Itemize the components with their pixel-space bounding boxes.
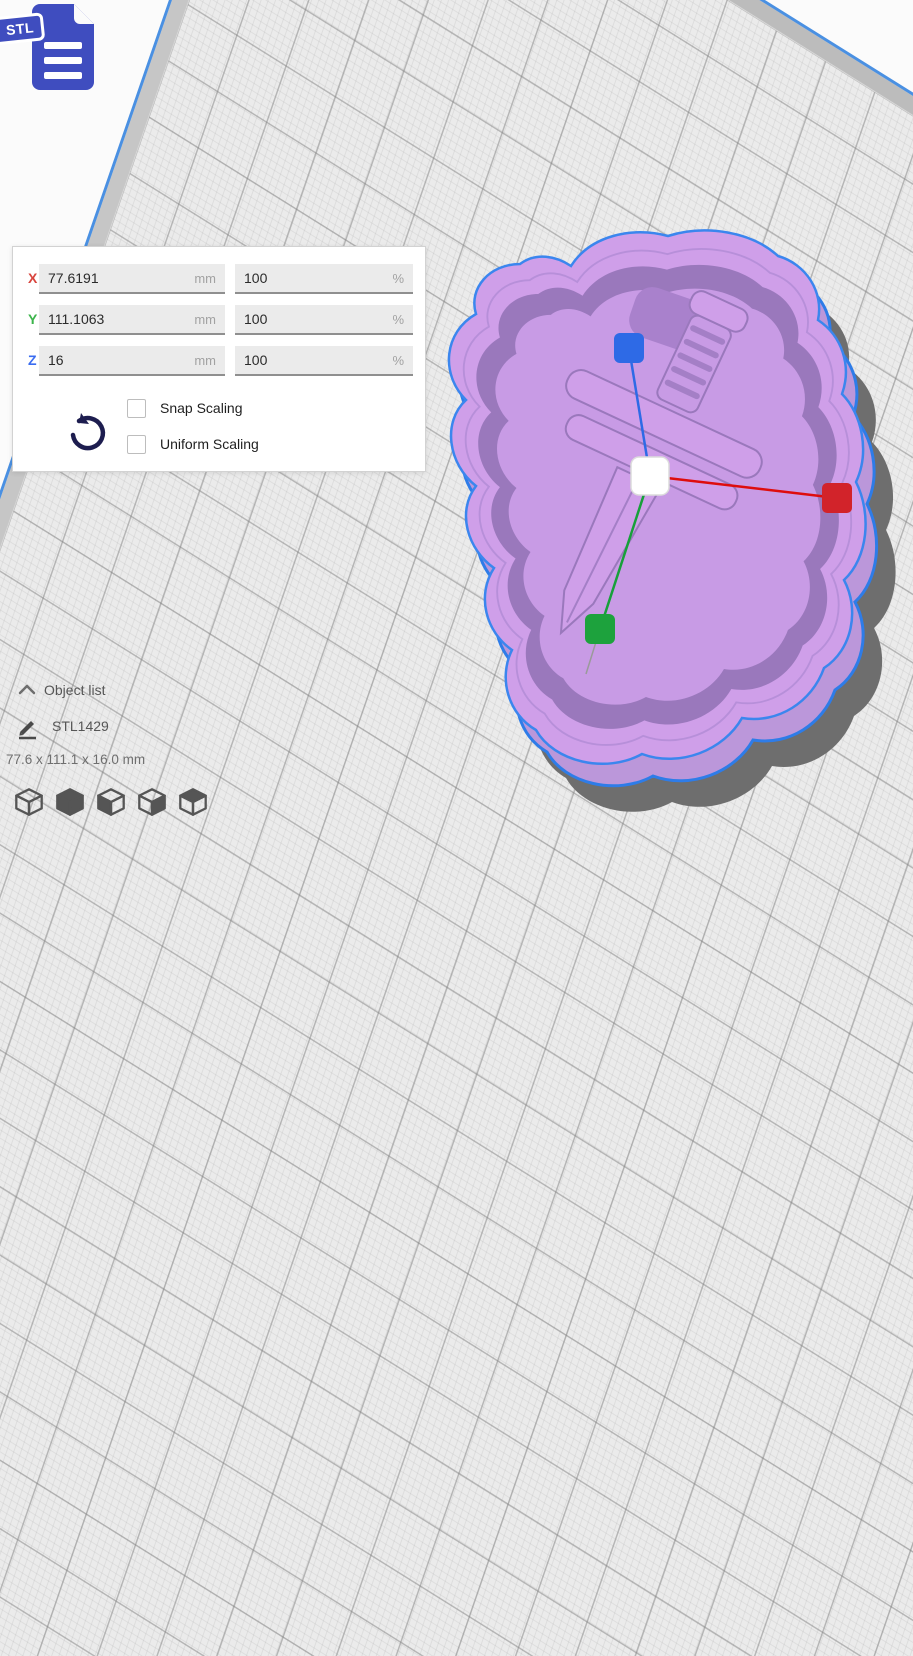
z-percent-unit: % [392,353,413,368]
view-top-button[interactable] [178,787,208,817]
x-size-field: mm [39,264,225,294]
y-percent-input[interactable] [235,311,392,327]
scale-handle-x[interactable] [822,483,852,513]
scale-row-x: X mm % [13,264,425,294]
chevron-up-icon[interactable] [18,684,36,696]
y-percent-unit: % [392,312,413,327]
view-front-icon [55,787,85,817]
reset-scale-button[interactable] [65,411,109,455]
model-dimensions: 77.6 x 111.1 x 16.0 mm [6,752,145,767]
y-size-field: mm [39,305,225,335]
x-percent-unit: % [392,271,413,286]
x-percent-field: % [235,264,413,294]
scale-handle-z[interactable] [614,333,644,363]
object-list-item[interactable]: STL1429 [52,718,109,734]
stl-badge: STL [0,12,45,45]
snap-scaling-checkbox[interactable] [127,399,146,418]
z-size-input[interactable] [39,352,194,368]
y-size-input[interactable] [39,311,194,327]
scale-tool-panel: X mm % Y mm % Z mm % [12,246,426,472]
reset-rotate-icon [65,411,109,455]
view-3d-icon [14,787,44,817]
view-front-button[interactable] [55,787,85,817]
z-percent-input[interactable] [235,352,392,368]
edit-pencil-icon[interactable] [16,716,40,740]
scale-handle-center[interactable] [631,457,669,495]
y-size-unit: mm [194,312,225,327]
object-list-header[interactable]: Object list [44,682,105,698]
y-percent-field: % [235,305,413,335]
z-size-field: mm [39,346,225,376]
uniform-scaling-label: Uniform Scaling [160,436,259,452]
view-right-button[interactable] [137,787,167,817]
view-3d-button[interactable] [14,787,44,817]
stl-file-icon[interactable]: STL [0,0,100,100]
view-right-icon [137,787,167,817]
z-size-unit: mm [194,353,225,368]
z-percent-field: % [235,346,413,376]
scale-row-y: Y mm % [13,305,425,335]
view-left-icon [96,787,126,817]
scale-handle-y[interactable] [585,614,615,644]
x-percent-input[interactable] [235,270,392,286]
view-top-icon [178,787,208,817]
uniform-scaling-row: Uniform Scaling [127,433,259,455]
x-size-input[interactable] [39,270,194,286]
snap-scaling-row: Snap Scaling [127,397,243,419]
model-cavity-floor [495,289,820,705]
camera-view-toolbar [14,787,208,817]
snap-scaling-label: Snap Scaling [160,400,243,416]
view-left-button[interactable] [96,787,126,817]
scale-row-z: Z mm % [13,346,425,376]
x-size-unit: mm [194,271,225,286]
uniform-scaling-checkbox[interactable] [127,435,146,454]
